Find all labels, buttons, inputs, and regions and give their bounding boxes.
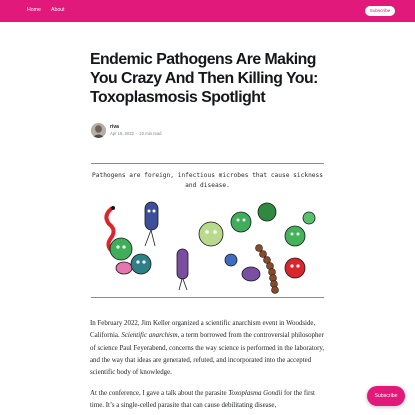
- article-paragraph: At the conference, I gave a talk about t…: [90, 390, 315, 410]
- article-title: Endemic Pathogens Are Making You Crazy A…: [90, 51, 318, 106]
- pathogen-drawing: [104, 201, 316, 294]
- article-paragraph: In February 2022, Jim Keller organized a…: [90, 320, 325, 377]
- nav-about-link[interactable]: About: [51, 7, 65, 13]
- post-meta: Apr 18, 2022 · 22 min read: [110, 131, 162, 136]
- reading-time: 22 min read: [139, 131, 162, 136]
- header-subscribe-button[interactable]: Subscribe: [365, 6, 395, 16]
- site-header: Home About Subscribe: [0, 0, 415, 22]
- author-avatar[interactable]: [91, 123, 106, 138]
- hero-illustration: Pathogens are foreign, infectious microb…: [91, 163, 324, 298]
- author-name[interactable]: riva: [110, 124, 119, 130]
- floating-subscribe-button[interactable]: Subscribe: [367, 386, 405, 406]
- post-date: Apr 18, 2022: [110, 131, 134, 136]
- nav-home-link[interactable]: Home: [27, 7, 41, 13]
